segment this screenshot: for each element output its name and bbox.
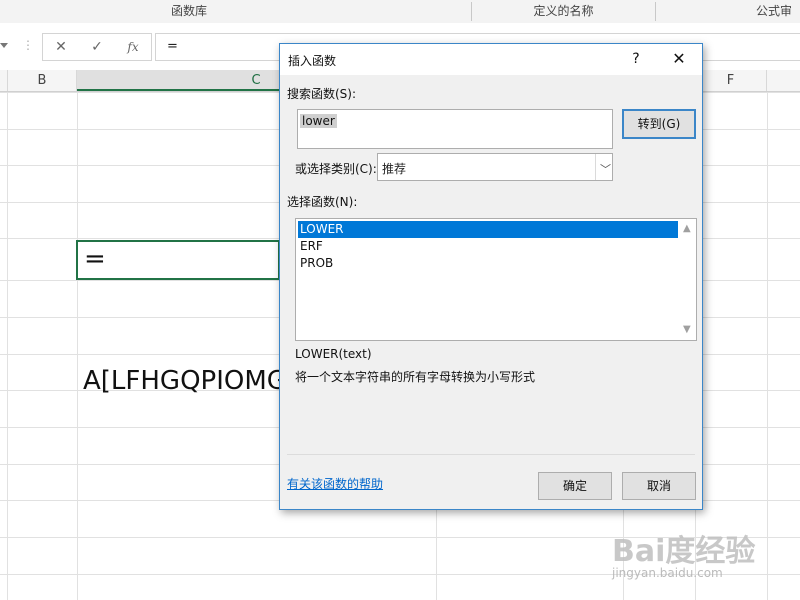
category-value: 推荐 [382, 162, 407, 176]
function-list-scrollbar[interactable]: ▲ ▼ [679, 219, 696, 340]
row-line [0, 574, 800, 575]
formula-input-value: = [167, 39, 178, 54]
function-list[interactable]: LOWER ERF PROB ▲ ▼ [295, 218, 697, 341]
column-header-a[interactable] [0, 70, 8, 91]
scroll-down-icon[interactable]: ▼ [683, 324, 691, 335]
name-box-dropdown-icon[interactable] [0, 43, 8, 48]
function-help-link[interactable]: 有关该函数的帮助 [287, 475, 383, 492]
chevron-down-icon[interactable]: ﹀ [595, 154, 612, 180]
dialog-divider [287, 454, 695, 455]
goto-button[interactable]: 转到(G) [622, 109, 696, 139]
ribbon-separator [655, 2, 656, 21]
active-cell[interactable]: = [76, 240, 280, 280]
function-description: 将一个文本字符串的所有字母转换为小写形式 [295, 370, 536, 384]
ribbon-group-formula-auditing: 公式审 [756, 4, 793, 18]
scroll-up-icon[interactable]: ▲ [683, 223, 691, 234]
formula-buttons: ✕ ✓ fx [42, 33, 152, 61]
select-function-label: 选择函数(N): [287, 195, 358, 209]
category-label: 或选择类别(C): [295, 162, 377, 176]
insert-function-icon[interactable]: fx [123, 38, 143, 56]
dialog-titlebar[interactable]: 插入函数 ? ✕ [280, 44, 702, 75]
search-function-input[interactable]: lower [297, 109, 613, 149]
help-icon[interactable]: ? [626, 48, 646, 70]
function-item-lower[interactable]: LOWER [298, 221, 678, 238]
cell-text[interactable]: A[LFHGQPIOMGHH [83, 366, 280, 396]
col-line [77, 92, 78, 600]
column-header-g[interactable] [767, 70, 800, 91]
col-line [767, 92, 768, 600]
enter-formula-icon[interactable]: ✓ [87, 38, 107, 56]
ribbon-group-function-library: 函数库 [170, 4, 207, 18]
column-header-f[interactable]: F [695, 70, 767, 91]
insert-function-dialog: 插入函数 ? ✕ 搜索函数(S): lower 转到(G) 或选择类别(C): … [279, 43, 703, 510]
ribbon-group-defined-names: 定义的名称 [533, 4, 594, 18]
ok-button[interactable]: 确定 [538, 472, 612, 500]
function-item-erf[interactable]: ERF [298, 238, 678, 255]
function-syntax: LOWER(text) [295, 347, 372, 361]
drag-handle-icon[interactable]: ⋮ [22, 38, 34, 52]
cancel-button[interactable]: 取消 [622, 472, 696, 500]
search-function-value: lower [300, 114, 337, 128]
column-header-b[interactable]: B [8, 70, 77, 91]
search-function-label: 搜索函数(S): [287, 87, 357, 101]
close-icon[interactable]: ✕ [668, 48, 690, 70]
function-item-prob[interactable]: PROB [298, 255, 678, 272]
col-line [7, 92, 8, 600]
cancel-formula-icon[interactable]: ✕ [51, 38, 71, 56]
dialog-title: 插入函数 [288, 54, 337, 68]
ribbon-group-bar: 函数库 定义的名称 公式审 [0, 0, 800, 24]
active-cell-value: = [84, 244, 106, 274]
category-select[interactable]: 推荐 ﹀ [377, 153, 613, 181]
row-line [0, 537, 800, 538]
